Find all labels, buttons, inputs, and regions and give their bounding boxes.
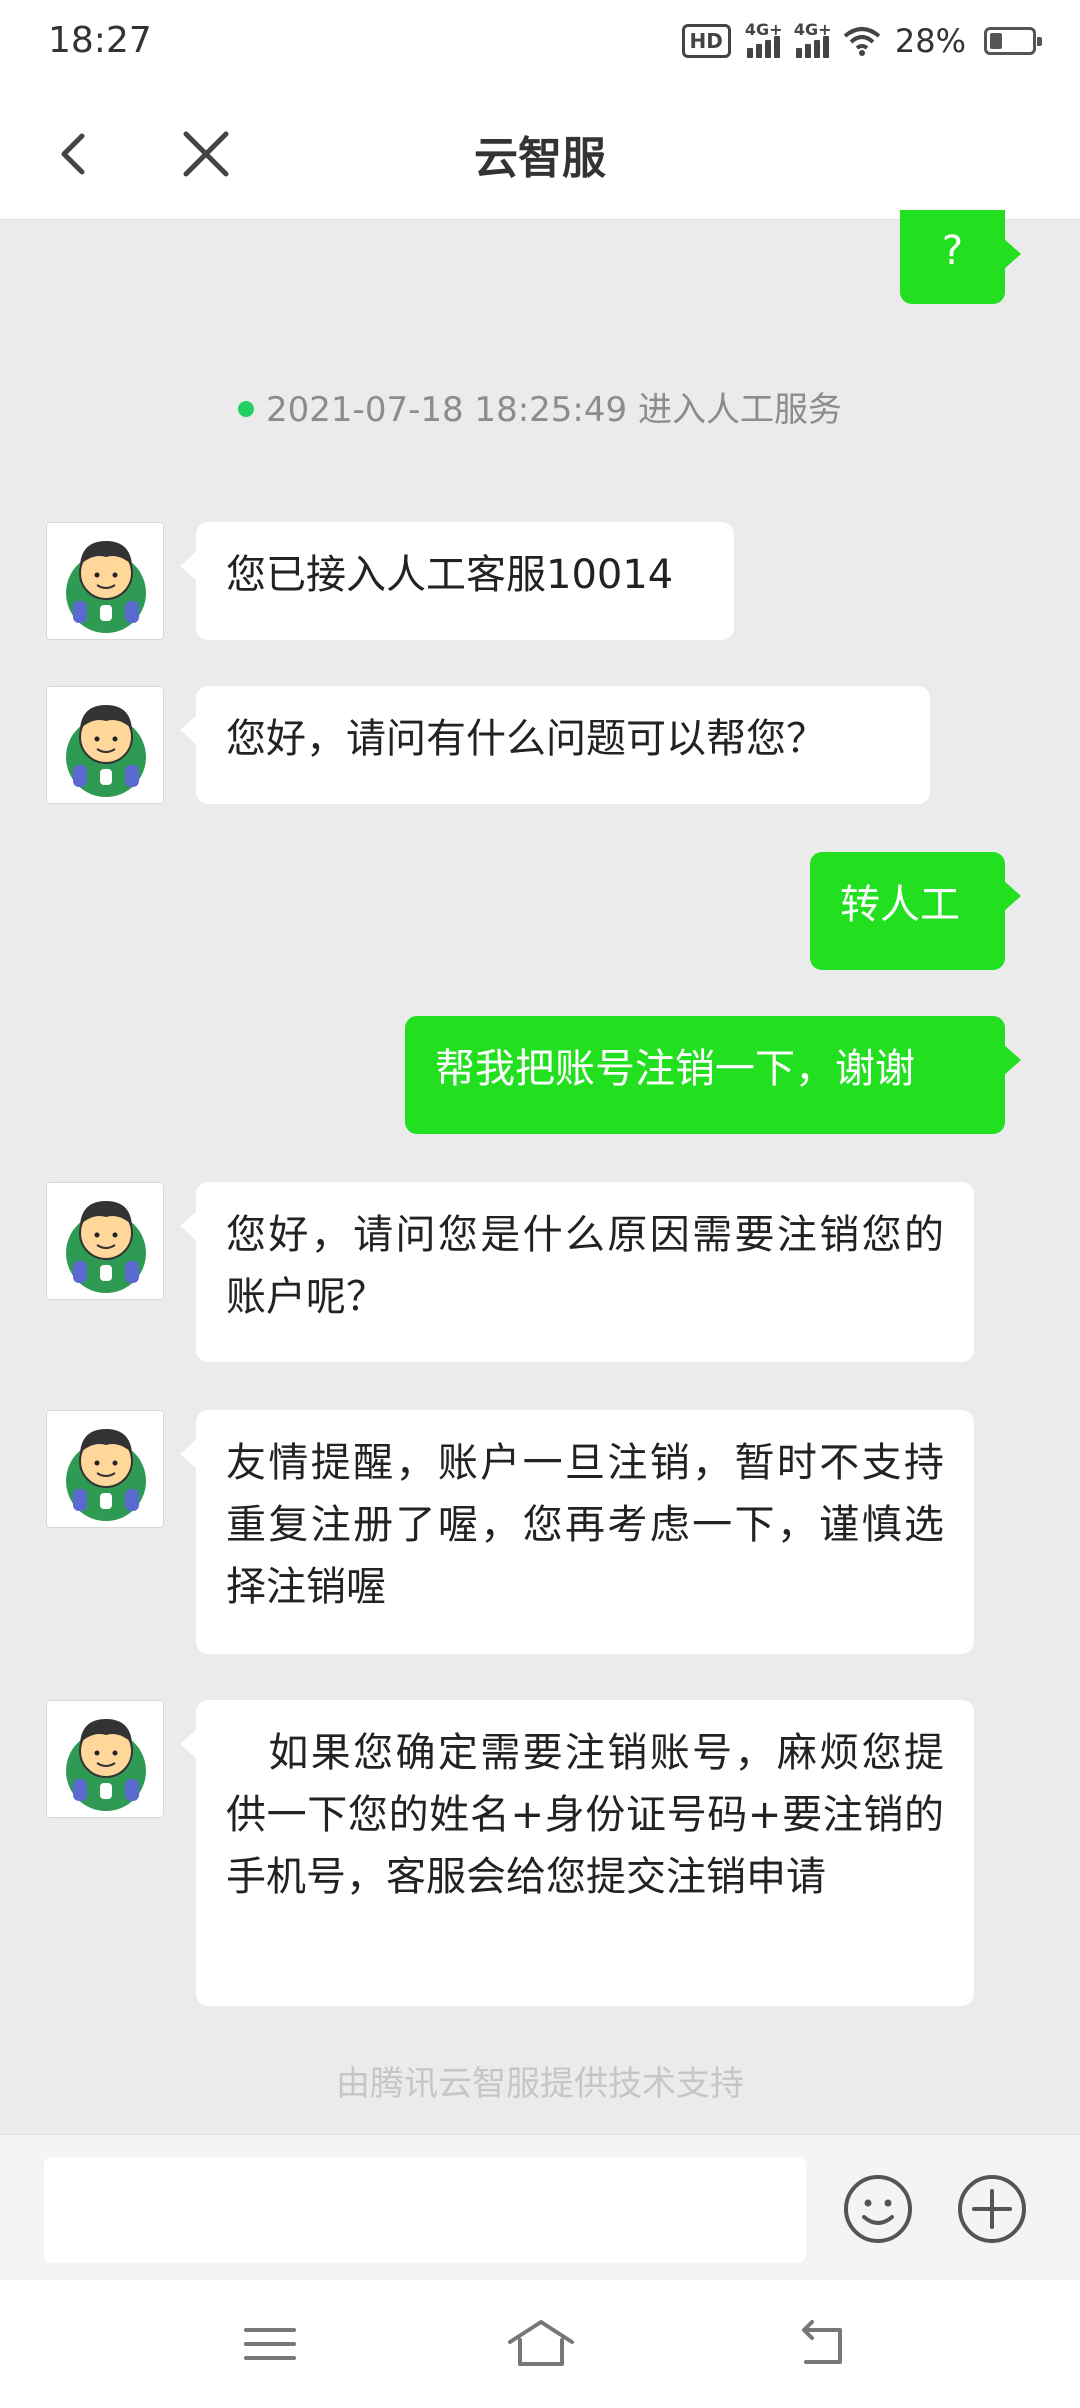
wifi-icon — [843, 27, 881, 56]
user-message-bubble[interactable]: 帮我把账号注销一下，谢谢 — [405, 1016, 1021, 1134]
input-bar — [0, 2134, 1080, 2280]
smiley-icon[interactable] — [842, 2173, 914, 2245]
plus-icon[interactable] — [956, 2173, 1028, 2245]
status-dot-icon — [238, 400, 255, 417]
message-text: ? — [941, 228, 964, 274]
header: 云智服 — [0, 88, 1080, 220]
signal-icon: 4G+ — [745, 20, 783, 58]
message-text: 友情提醒，账户一旦注销，暂时不支持重复注册了喔，您再考虑一下，谨慎选择注销喔 — [226, 1440, 944, 1610]
signal-icon: 4G+ — [794, 20, 832, 58]
agent-avatar — [46, 1700, 164, 1818]
agent-avatar — [46, 1182, 164, 1300]
message-text: 转人工 — [840, 882, 960, 928]
message-text: 如果您确定需要注销账号，麻烦您提供一下您的姓名+身份证号码+要注销的手机号，客服… — [226, 1730, 944, 1900]
hd-icon: HD — [681, 24, 731, 58]
agent-message-bubble[interactable]: 您已接入人工客服10014 — [180, 522, 734, 640]
agent-avatar-icon — [66, 1719, 146, 1811]
status-time: 18:27 — [48, 20, 152, 61]
agent-avatar-icon — [66, 1429, 146, 1521]
network-type-label: 4G+ — [744, 20, 783, 39]
network-type-label: 4G+ — [793, 20, 832, 39]
system-note: 2021-07-18 18:25:49 进入人工服务 — [0, 382, 1080, 431]
agent-message-bubble[interactable]: 如果您确定需要注销账号，麻烦您提供一下您的姓名+身份证号码+要注销的手机号，客服… — [180, 1700, 974, 2006]
return-icon[interactable] — [792, 2316, 852, 2372]
user-message-bubble[interactable]: ? — [900, 210, 1021, 304]
system-note-text: 2021-07-18 18:25:49 进入人工服务 — [266, 390, 842, 430]
message-input[interactable] — [44, 2157, 806, 2263]
battery-percent: 28% — [894, 22, 966, 60]
message-text: 您已接入人工客服10014 — [226, 552, 674, 598]
chat-page: 18:27 HD 4G+ 4G+ 28% 云智服 ? 2021-07-18 18… — [0, 0, 1080, 2408]
agent-avatar-icon — [66, 1201, 146, 1293]
message-text: 您好，请问您是什么原因需要注销您的账户呢？ — [226, 1212, 944, 1320]
user-message-bubble[interactable]: 转人工 — [810, 852, 1021, 970]
system-nav-bar — [0, 2280, 1080, 2408]
home-icon[interactable] — [506, 2316, 576, 2372]
agent-avatar — [46, 686, 164, 804]
message-text: 帮我把账号注销一下，谢谢 — [435, 1046, 915, 1092]
agent-avatar-icon — [66, 705, 146, 797]
menu-icon[interactable] — [240, 2316, 300, 2372]
status-icons: HD 4G+ 4G+ 28% — [681, 20, 1042, 60]
status-bar: 18:27 HD 4G+ 4G+ 28% — [0, 0, 1080, 88]
agent-avatar — [46, 522, 164, 640]
agent-message-bubble[interactable]: 您好，请问有什么问题可以帮您？ — [180, 686, 930, 804]
agent-message-bubble[interactable]: 您好，请问您是什么原因需要注销您的账户呢？ — [180, 1182, 974, 1362]
agent-avatar — [46, 1410, 164, 1528]
page-title: 云智服 — [474, 133, 606, 184]
agent-message-bubble[interactable]: 友情提醒，账户一旦注销，暂时不支持重复注册了喔，您再考虑一下，谨慎选择注销喔 — [180, 1410, 974, 1654]
message-text: 您好，请问有什么问题可以帮您？ — [226, 716, 826, 762]
powered-by-note: 由腾讯云智服提供技术支持 — [336, 2064, 744, 2104]
agent-avatar-icon — [66, 541, 146, 633]
battery-icon — [984, 27, 1042, 55]
